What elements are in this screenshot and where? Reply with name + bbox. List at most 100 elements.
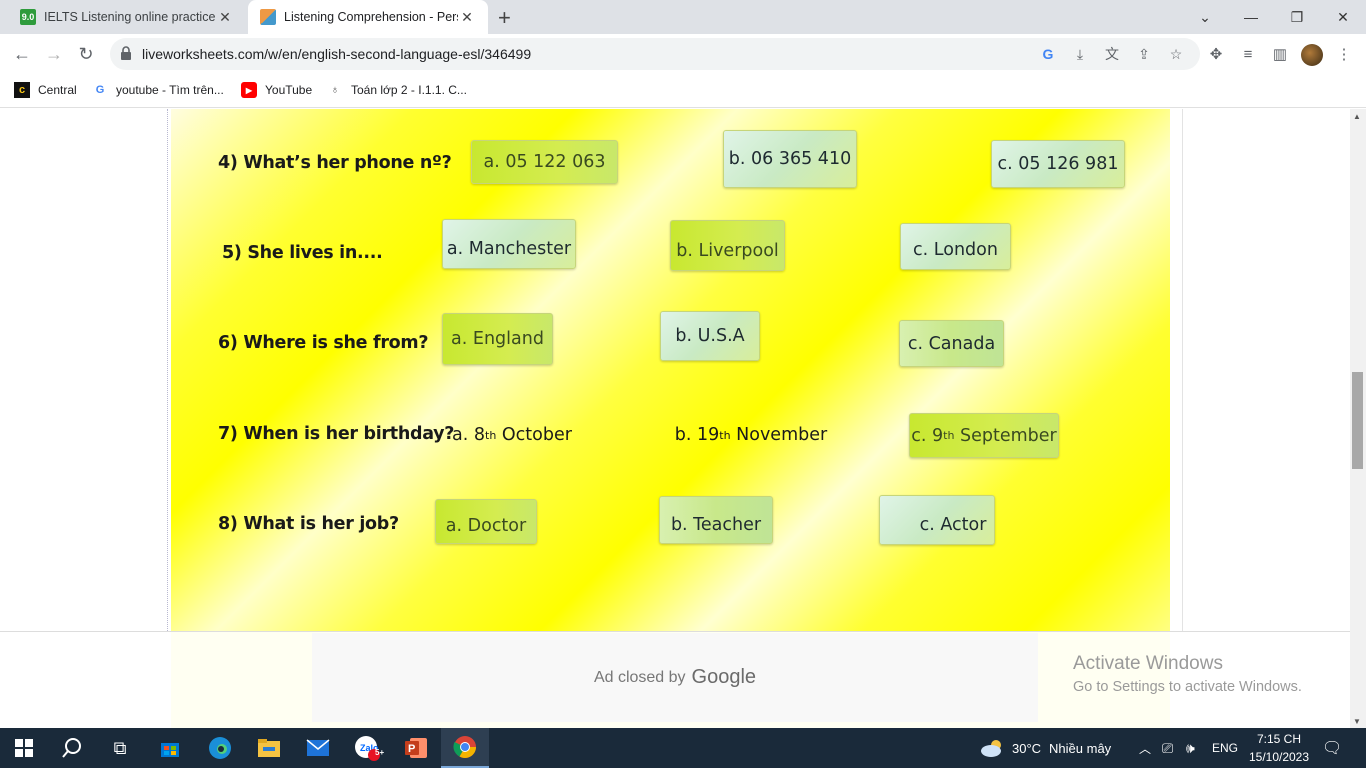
q7-option-b[interactable]: b. 19th November: [671, 412, 831, 458]
reload-icon[interactable]: ↻: [74, 42, 98, 66]
new-tab-icon[interactable]: +: [498, 5, 511, 31]
question-6: 6) Where is she from?: [218, 333, 429, 353]
tab-title: Listening Comprehension - Pers: [284, 10, 458, 24]
lock-icon: [121, 46, 131, 60]
google-lens-icon[interactable]: G: [1038, 44, 1058, 64]
bookmark-youtube-search[interactable]: G youtube - Tìm trên...: [92, 82, 224, 98]
ielts-favicon-icon: 9.0: [20, 9, 36, 25]
q5-option-c[interactable]: c. London: [900, 223, 1011, 270]
page-border-left: [167, 109, 168, 631]
tab-search-icon[interactable]: ⌄: [1182, 0, 1228, 34]
question-8: 8) What is her job?: [218, 514, 399, 534]
forward-icon[interactable]: →: [42, 42, 66, 66]
bookmark-label: youtube - Tìm trên...: [116, 83, 224, 97]
q5-option-a[interactable]: a. Manchester: [442, 219, 576, 269]
windows-start-icon[interactable]: [0, 728, 48, 768]
scrollbar-thumb[interactable]: [1352, 372, 1363, 469]
restore-icon[interactable]: ❐: [1274, 0, 1320, 34]
bookmark-label: YouTube: [265, 83, 313, 97]
chrome-icon[interactable]: [441, 728, 489, 768]
option-text: November: [730, 425, 828, 445]
file-explorer-icon[interactable]: [245, 728, 293, 768]
minimize-icon[interactable]: —: [1228, 0, 1274, 34]
option-text: September: [954, 425, 1057, 446]
translate-icon[interactable]: 文: [1102, 44, 1122, 64]
close-tab-icon[interactable]: ✕: [216, 9, 234, 26]
search-icon[interactable]: [48, 728, 96, 768]
q4-option-c[interactable]: c. 05 126 981: [991, 140, 1125, 188]
network-icon[interactable]: ⎚: [1162, 728, 1173, 768]
watermark-subtitle: Go to Settings to activate Windows.: [1073, 679, 1302, 695]
language-indicator[interactable]: ENG: [1212, 728, 1238, 768]
q6-option-c[interactable]: c. Canada: [899, 320, 1004, 367]
mail-icon[interactable]: [294, 728, 342, 768]
question-5: 5) She lives in....: [222, 243, 383, 263]
notification-badge: 5+: [375, 748, 385, 757]
page-viewport: 4) What’s her phone nº? a. 05 122 063 b.…: [0, 109, 1366, 728]
bookmark-star-icon[interactable]: ☆: [1166, 44, 1186, 64]
side-panel-icon[interactable]: ▥: [1268, 42, 1292, 66]
scroll-down-icon[interactable]: ▼: [1353, 717, 1361, 726]
notification-icon[interactable]: 🗨: [1322, 728, 1342, 768]
zalo-icon[interactable]: Zalo 5+: [343, 728, 391, 768]
option-text: c. 9: [911, 425, 944, 446]
youtube-icon: ▶: [241, 82, 257, 98]
browser-toolbar: ← → ↻ liveworksheets.com/w/en/english-se…: [0, 34, 1366, 74]
vertical-scrollbar[interactable]: ▲ ▼: [1350, 109, 1366, 728]
address-bar[interactable]: liveworksheets.com/w/en/english-second-l…: [110, 38, 1200, 70]
close-window-icon[interactable]: ✕: [1320, 0, 1366, 34]
back-icon[interactable]: ←: [10, 42, 34, 66]
bookmark-youtube[interactable]: ▶ YouTube: [241, 82, 312, 98]
close-tab-icon[interactable]: ✕: [458, 9, 476, 26]
bookmark-toan[interactable]: ♁ Toán lớp 2 - I.1.1. C...: [327, 82, 467, 98]
volume-icon[interactable]: 🕪: [1186, 728, 1195, 768]
weather-temp: 30°C: [1012, 740, 1042, 756]
ad-bar: Ad closed by Google Activate Windows Go …: [0, 631, 1366, 728]
task-view-icon[interactable]: ⧉: [96, 728, 144, 768]
tab-listening[interactable]: Listening Comprehension - Pers ✕: [248, 0, 488, 34]
svg-text:P: P: [408, 743, 415, 755]
central-icon: c: [14, 82, 30, 98]
edge-icon[interactable]: [196, 728, 244, 768]
install-icon[interactable]: ⤓: [1070, 44, 1090, 64]
q8-option-c[interactable]: c. Actor: [879, 495, 995, 545]
bookmark-central[interactable]: c Central: [14, 82, 77, 98]
tab-strip: 9.0 IELTS Listening online practice. S ✕…: [0, 0, 1366, 34]
q5-option-b[interactable]: b. Liverpool: [670, 220, 785, 271]
powerpoint-icon[interactable]: P: [392, 728, 440, 768]
page-border-right: [1182, 109, 1183, 631]
url-text: liveworksheets.com/w/en/english-second-l…: [142, 46, 532, 62]
profile-avatar[interactable]: [1301, 44, 1323, 66]
option-sup: th: [719, 428, 731, 442]
bookmark-label: Toán lớp 2 - I.1.1. C...: [351, 83, 467, 97]
show-hidden-icons[interactable]: ︿: [1139, 728, 1151, 768]
q4-option-a[interactable]: a. 05 122 063: [471, 140, 618, 184]
q6-option-a[interactable]: a. England: [442, 313, 553, 365]
media-queue-icon[interactable]: ≡: [1236, 42, 1260, 66]
store-icon[interactable]: [146, 728, 194, 768]
question-4: 4) What’s her phone nº?: [218, 153, 452, 173]
clock-date: 15/10/2023: [1248, 750, 1310, 764]
liveworksheets-favicon-icon: [260, 9, 276, 25]
q7-option-a[interactable]: a. 8th October: [447, 412, 577, 458]
weather-widget[interactable]: 30°C Nhiều mây: [980, 728, 1111, 768]
q4-option-b[interactable]: b. 06 365 410: [723, 130, 857, 188]
share-icon[interactable]: ⇪: [1134, 44, 1154, 64]
ad-text: Ad closed by: [593, 668, 686, 686]
menu-kebab-icon[interactable]: ⋮: [1332, 42, 1356, 66]
q6-option-b[interactable]: b. U.S.A: [660, 311, 760, 361]
bookmark-label: Central: [38, 83, 77, 97]
q8-option-b[interactable]: b. Teacher: [659, 496, 773, 544]
windows-taskbar: ⧉ Zalo 5+ P 30°C Nhiều mây ︿ ⎚ 🕪 ENG 7:1…: [0, 728, 1366, 768]
clock[interactable]: 7:15 CH 15/10/2023: [1248, 730, 1310, 766]
option-text: October: [496, 425, 572, 445]
scroll-up-icon[interactable]: ▲: [1353, 112, 1361, 121]
q7-option-c[interactable]: c. 9th September: [909, 413, 1059, 458]
google-icon: G: [95, 84, 105, 96]
option-sup: th: [485, 428, 497, 442]
tab-ielts[interactable]: 9.0 IELTS Listening online practice. S ✕: [8, 0, 246, 34]
tab-title: IELTS Listening online practice. S: [44, 10, 216, 24]
q8-option-a[interactable]: a. Doctor: [435, 499, 537, 544]
extensions-icon[interactable]: ✥: [1204, 42, 1228, 66]
bookmarks-bar: c Central G youtube - Tìm trên... ▶ YouT…: [0, 74, 1366, 108]
